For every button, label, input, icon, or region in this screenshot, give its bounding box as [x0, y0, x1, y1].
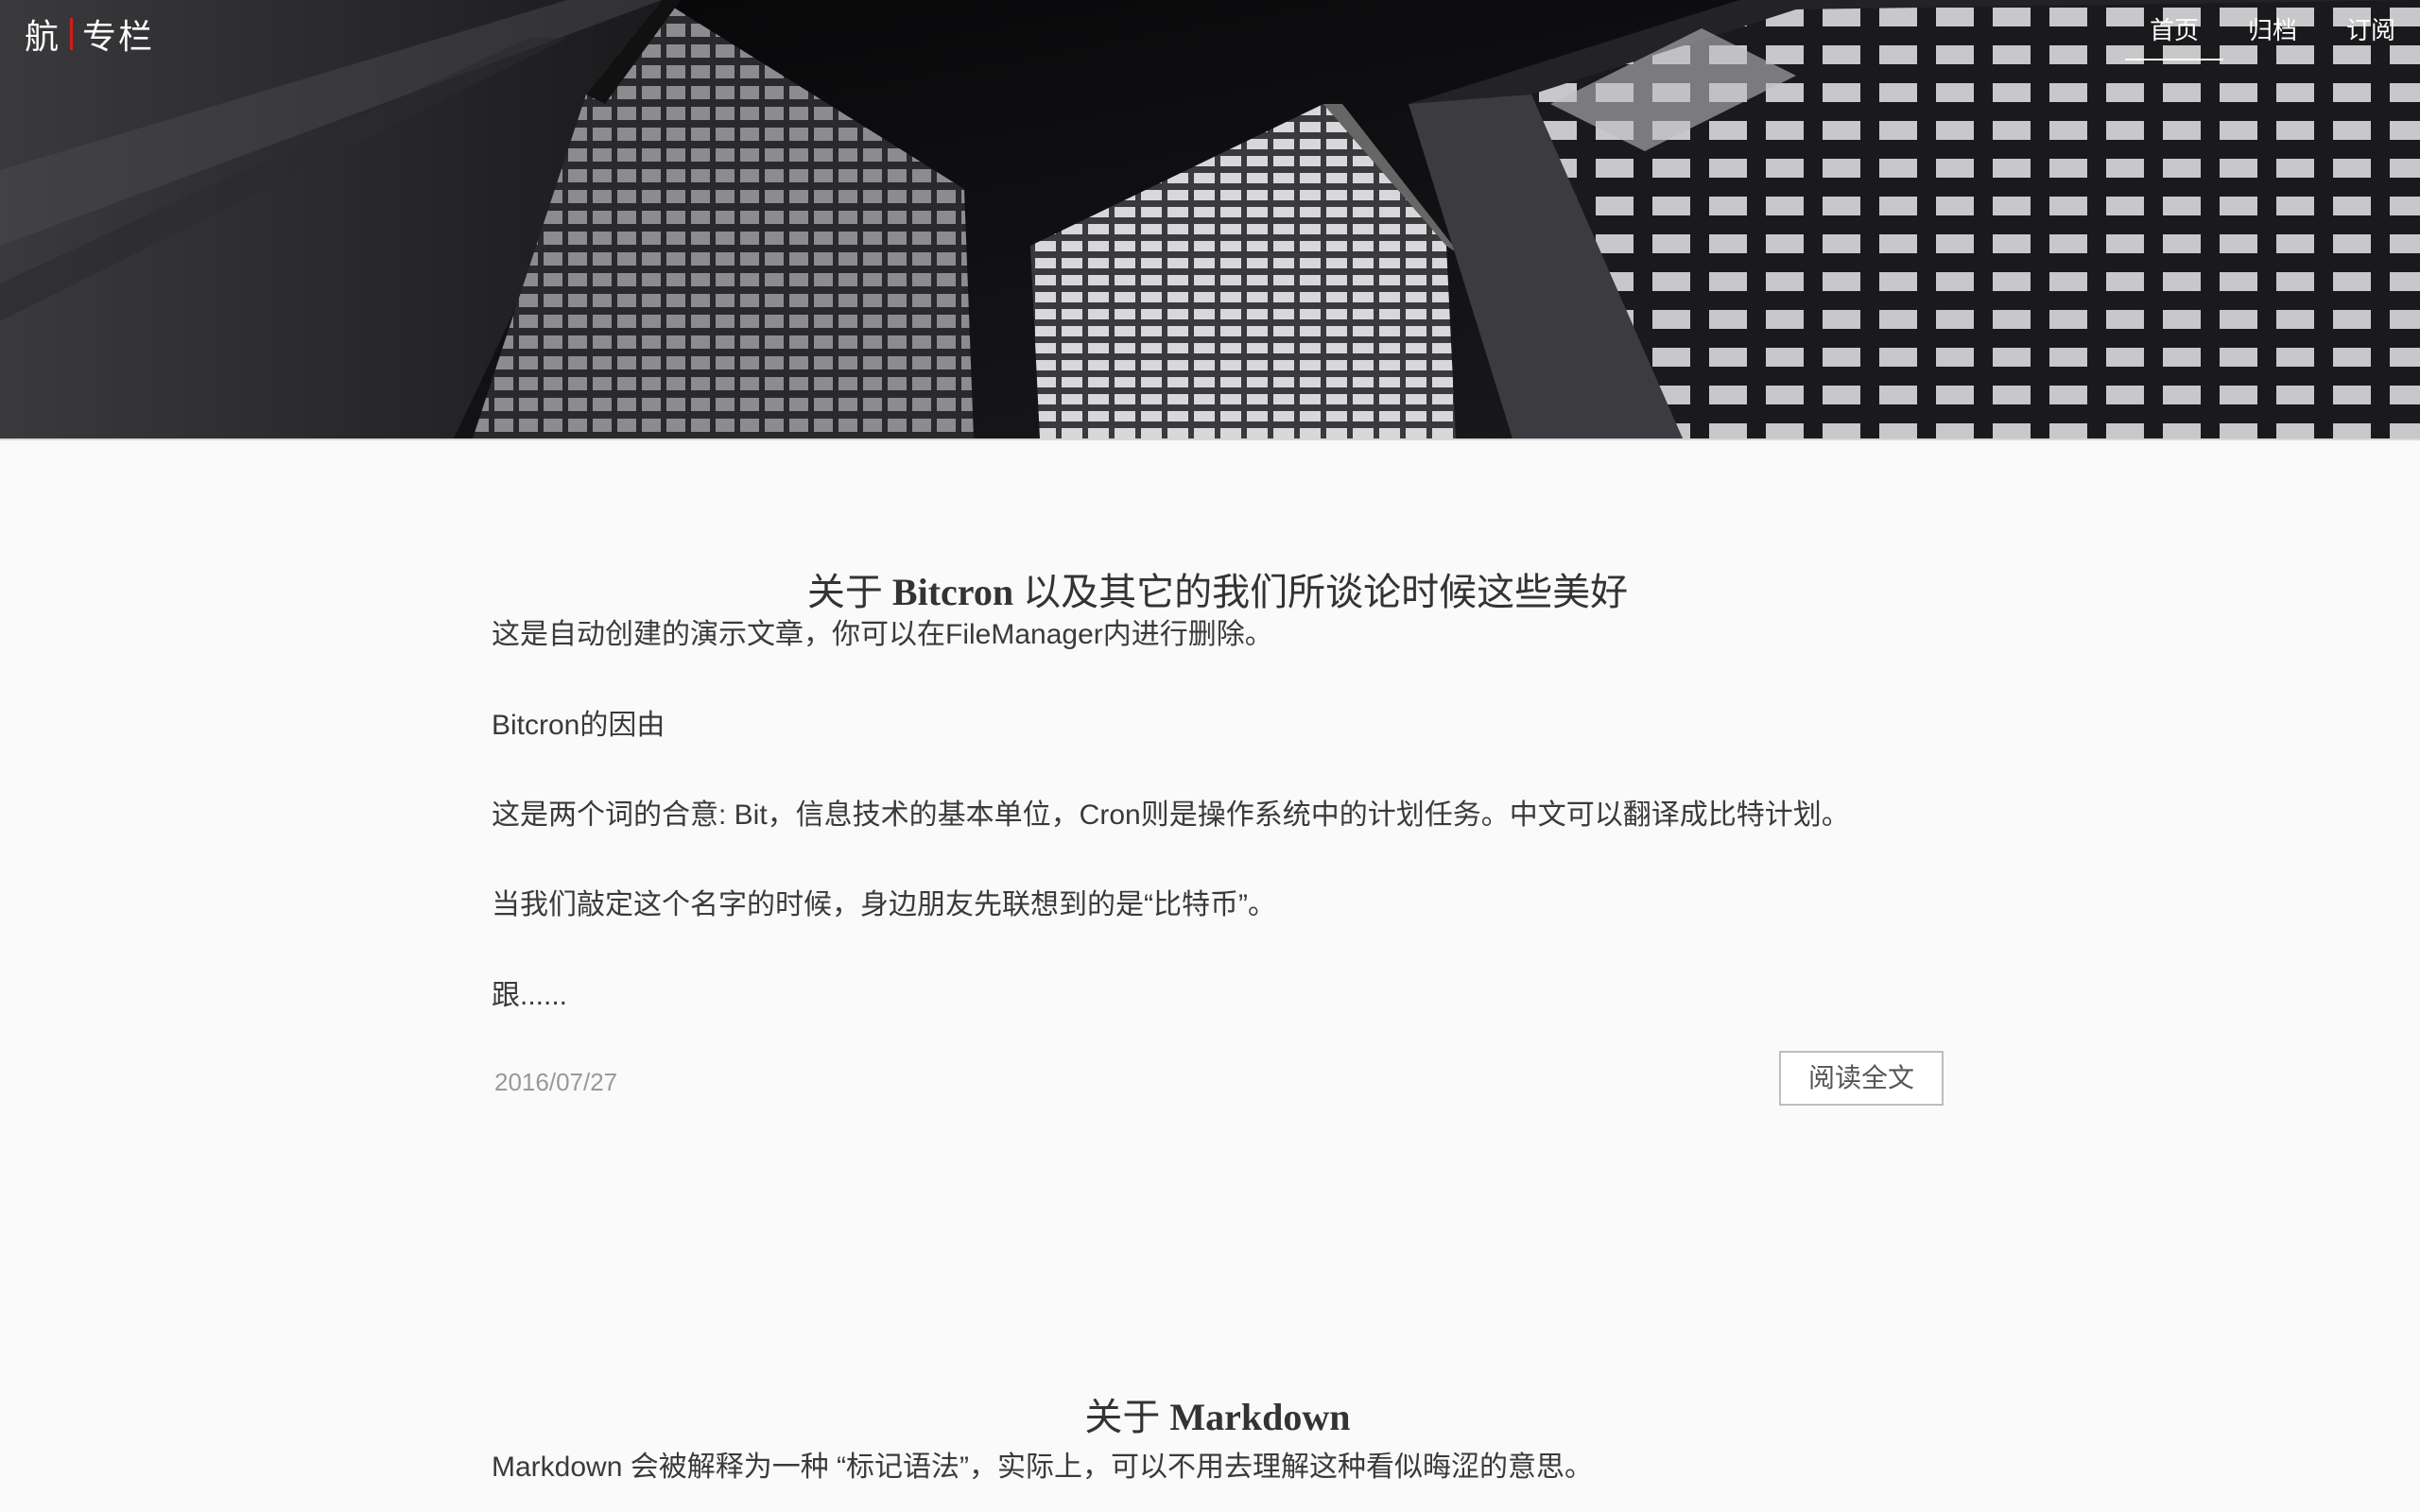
post-title-prefix: 关于	[1084, 1396, 1170, 1438]
post-meta: 2016/07/27 阅读全文	[492, 1051, 1944, 1108]
main-nav: 首页 归档 订阅	[2125, 0, 2420, 60]
post-title-keyword: Markdown	[1169, 1396, 1351, 1438]
post-paragraph: 这是自动创建的演示文章，你可以在FileManager内进行删除。	[492, 619, 1273, 650]
skyscrapers-banner-image	[0, 0, 2420, 438]
post-date: 2016/07/27	[494, 1068, 618, 1096]
post-title[interactable]: 关于 Bitcron 以及其它的我们所谈论时候这些美好	[492, 561, 1944, 616]
logo-text-right: 专栏	[82, 17, 155, 56]
post-item: 关于 Markdown Markdown 会被解释为一种 “标记语法”，实际上，…	[492, 1386, 1944, 1483]
post-paragraph: 当我们敲定这个名字的时候，身边朋友先联想到的是“比特币”。	[492, 889, 1276, 920]
post-paragraph: 这是两个词的合意: Bit，信息技术的基本单位，Cron则是操作系统中的计划任务…	[492, 799, 1850, 831]
read-more-button[interactable]: 阅读全文	[1779, 1051, 1944, 1106]
header-hero: 航 专栏 首页 归档 订阅	[0, 0, 2420, 440]
post-title-suffix: 以及其它的我们所谈论时候这些美好	[1013, 571, 1629, 613]
post-paragraph: Markdown 会被解释为一种 “标记语法”，实际上，可以不用去理解这种看似晦…	[492, 1452, 1594, 1483]
nav-item-archive[interactable]: 归档	[2223, 0, 2322, 60]
nav-item-subscribe[interactable]: 订阅	[2322, 0, 2420, 60]
post-title-keyword: Bitcron	[891, 571, 1014, 613]
nav-item-home[interactable]: 首页	[2125, 0, 2223, 60]
post-item: 关于 Bitcron 以及其它的我们所谈论时候这些美好 这是自动创建的演示文章，…	[492, 561, 1944, 1106]
post-title-prefix: 关于	[806, 571, 892, 613]
post-paragraph: Bitcron的因由	[492, 710, 666, 741]
post-paragraph: 跟......	[492, 980, 568, 1011]
logo-text-left: 航	[25, 17, 61, 56]
post-title[interactable]: 关于 Markdown	[492, 1386, 1944, 1441]
logo-divider	[70, 18, 74, 50]
site-logo[interactable]: 航 专栏	[25, 9, 154, 59]
